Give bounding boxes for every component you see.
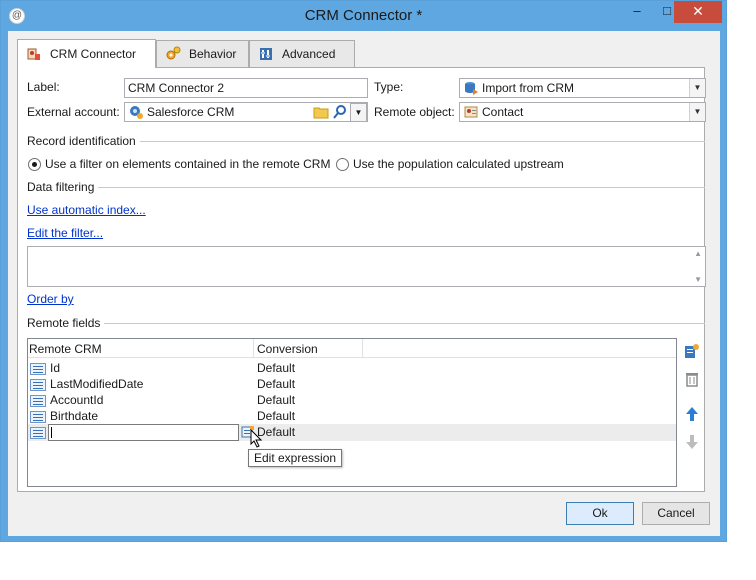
edit-expression-tooltip: Edit expression xyxy=(248,449,343,467)
remote-fields-title: Remote fields xyxy=(27,316,105,330)
radio-use-population-label[interactable]: Use the population calculated upstream xyxy=(353,157,564,171)
use-automatic-index-link[interactable]: Use automatic index... xyxy=(27,203,146,217)
column-divider xyxy=(362,339,363,358)
scroll-down-icon[interactable]: ▼ xyxy=(694,275,702,284)
section-divider xyxy=(27,323,705,324)
type-caption: Type: xyxy=(374,80,404,94)
remote-fields-grid[interactable]: Remote CRM Conversion Id Default LastMod… xyxy=(27,338,677,487)
cancel-button[interactable]: Cancel xyxy=(642,502,710,525)
tab-label: CRM Connector xyxy=(50,47,137,61)
field-list-icon xyxy=(30,363,46,375)
remote-crm-cell[interactable]: LastModifiedDate xyxy=(50,377,143,391)
chevron-down-icon[interactable]: ▼ xyxy=(689,79,705,97)
external-account-caption: External account: xyxy=(27,105,120,119)
field-list-icon xyxy=(30,379,46,391)
minimize-button[interactable]: – xyxy=(623,1,651,23)
move-down-icon[interactable] xyxy=(683,434,701,452)
radio-use-filter[interactable] xyxy=(28,158,41,171)
column-header-remote-crm[interactable]: Remote CRM xyxy=(29,342,102,356)
remote-object-select[interactable]: Contact ▼ xyxy=(459,102,706,122)
label-field[interactable]: CRM Connector 2 xyxy=(124,78,368,98)
column-divider xyxy=(253,339,254,358)
conversion-cell[interactable]: Default xyxy=(257,377,295,391)
radio-use-population[interactable] xyxy=(336,158,349,171)
crm-connector-icon xyxy=(26,46,42,62)
conversion-cell[interactable]: Default xyxy=(257,393,295,407)
window-title: CRM Connector * xyxy=(304,7,423,24)
chevron-down-icon[interactable]: ▼ xyxy=(689,103,705,121)
radio-use-filter-label[interactable]: Use a filter on elements contained in th… xyxy=(45,157,330,171)
advanced-settings-icon xyxy=(258,46,274,62)
conversion-cell[interactable]: Default xyxy=(257,409,295,423)
column-header-conversion[interactable]: Conversion xyxy=(257,342,318,356)
section-divider xyxy=(27,187,705,188)
ok-button[interactable]: Ok xyxy=(566,502,634,525)
order-by-link[interactable]: Order by xyxy=(27,292,74,306)
dialog-window: @ CRM Connector * – □ ✕ CRM Connector Be… xyxy=(0,0,727,542)
tab-crm-connector[interactable]: CRM Connector xyxy=(17,39,156,68)
tab-label: Behavior xyxy=(189,47,237,61)
type-select[interactable]: Import from CRM ▼ xyxy=(459,78,706,98)
tab-label: Advanced xyxy=(282,47,336,61)
data-filtering-title: Data filtering xyxy=(27,180,99,194)
tab-advanced[interactable]: Advanced xyxy=(249,40,355,67)
folder-icon[interactable] xyxy=(313,104,329,120)
remote-object-value: Contact xyxy=(482,105,524,119)
edit-filter-link[interactable]: Edit the filter... xyxy=(27,226,103,240)
move-up-icon[interactable] xyxy=(683,406,701,424)
search-icon[interactable] xyxy=(332,104,348,120)
table-row-selected[interactable]: Default xyxy=(28,424,676,441)
type-value: Import from CRM xyxy=(482,81,575,95)
title-bar[interactable]: @ CRM Connector * – □ ✕ xyxy=(1,1,726,31)
text-cursor xyxy=(51,427,52,438)
contact-icon xyxy=(463,104,479,120)
external-account-icon xyxy=(128,104,144,120)
tab-behavior[interactable]: Behavior xyxy=(156,40,249,67)
tab-panel: Label: CRM Connector 2 Type: Import from… xyxy=(17,67,706,492)
field-list-icon xyxy=(30,395,46,407)
external-account-value: Salesforce CRM xyxy=(147,105,235,119)
remote-crm-edit-input[interactable] xyxy=(48,424,239,441)
remote-crm-cell[interactable]: Birthdate xyxy=(50,409,98,423)
mouse-pointer-icon xyxy=(250,428,264,449)
trash-icon[interactable] xyxy=(683,371,701,389)
conversion-cell[interactable]: Default xyxy=(257,361,295,375)
gears-icon xyxy=(165,46,181,62)
field-list-icon xyxy=(30,411,46,423)
field-list-icon xyxy=(30,427,46,439)
chevron-down-icon[interactable]: ▼ xyxy=(350,103,367,122)
remote-crm-cell[interactable]: AccountId xyxy=(50,393,103,407)
grid-header: Remote CRM Conversion xyxy=(28,339,676,358)
scroll-up-icon[interactable]: ▲ xyxy=(694,249,702,258)
close-button[interactable]: ✕ xyxy=(674,1,722,23)
filter-preview-area[interactable]: ▲ ▼ xyxy=(27,246,706,287)
database-import-icon xyxy=(463,80,479,96)
remote-object-caption: Remote object: xyxy=(374,105,455,119)
label-caption: Label: xyxy=(27,80,60,94)
remote-crm-cell[interactable]: Id xyxy=(50,361,60,375)
record-identification-title: Record identification xyxy=(27,134,140,148)
dialog-client-area: CRM Connector Behavior Advanced Label: C… xyxy=(8,31,720,536)
add-field-icon[interactable] xyxy=(683,343,701,361)
